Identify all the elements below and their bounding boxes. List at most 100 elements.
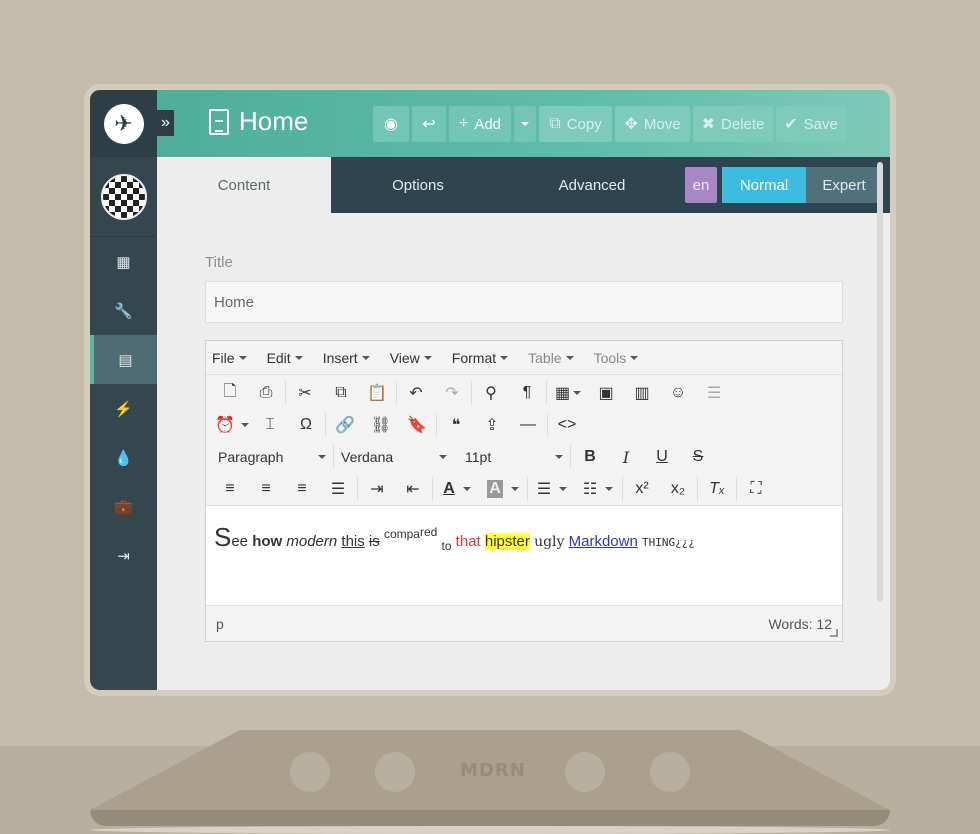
menu-edit[interactable]: Edit (267, 350, 303, 366)
normal-mode-button[interactable]: Normal (722, 167, 806, 203)
table-button[interactable]: ▦ (548, 378, 588, 408)
small-caps-text: THING¿¿¿ (642, 536, 695, 549)
bold-button[interactable]: B (572, 442, 608, 472)
superscript-button[interactable]: x² (624, 474, 660, 504)
background-color-button[interactable]: A (480, 474, 526, 504)
sidebar-item-plugins[interactable]: ⚡ (90, 384, 157, 433)
separator (570, 445, 571, 469)
italic-button[interactable]: I (608, 442, 644, 472)
special-char-button[interactable]: Ω (288, 410, 324, 440)
menu-file[interactable]: File (212, 350, 247, 366)
fullscreen-button[interactable]: ⛶ (738, 474, 774, 504)
numbered-list-button[interactable]: ☷ (575, 474, 621, 504)
element-path[interactable]: p (216, 616, 224, 632)
add-dropdown-button[interactable] (514, 106, 536, 142)
check-icon: ✔ (784, 116, 798, 133)
source-code-button[interactable]: <> (549, 410, 585, 440)
paste-button[interactable]: 📋 (359, 378, 395, 408)
content-link[interactable]: Markdown (569, 533, 638, 550)
bullet-list-button[interactable]: ☰ (529, 474, 575, 504)
emoticons-button[interactable]: ☺ (660, 378, 696, 408)
move-button[interactable]: ✥ Move (615, 106, 690, 142)
redo-icon: ↷ (445, 385, 459, 402)
expert-mode-button[interactable]: Expert (806, 167, 882, 203)
strikethrough-button[interactable]: S (680, 442, 716, 472)
avatar[interactable] (100, 173, 147, 220)
add-button[interactable]: + Add (449, 106, 511, 142)
expert-mode-label: Expert (822, 176, 866, 194)
image-button[interactable]: ▣ (588, 378, 624, 408)
sidebar-item-logout[interactable]: ⇥ (90, 531, 157, 580)
print-icon: ⎙ (259, 384, 273, 401)
undo-button[interactable]: ↩ (412, 106, 446, 142)
menu-insert[interactable]: Insert (323, 350, 370, 366)
find-replace-button[interactable]: ⚲ (473, 378, 509, 408)
align-right-button[interactable]: ≡ (284, 474, 320, 504)
background-color-icon: A (487, 480, 503, 498)
delete-button[interactable]: ✖ Delete (693, 106, 773, 142)
copy-text-button[interactable]: ⧉ (323, 378, 359, 408)
resize-handle[interactable] (830, 629, 838, 637)
scrollbar[interactable] (877, 162, 883, 602)
align-center-button[interactable]: ≡ (248, 474, 284, 504)
preview-button[interactable]: ◉ (373, 106, 409, 142)
title-input[interactable]: Home (205, 281, 843, 323)
text-color-button[interactable]: A (434, 474, 480, 504)
italic-text: modern (286, 533, 338, 550)
tab-options[interactable]: Options (331, 157, 505, 213)
menu-view[interactable]: View (390, 350, 432, 366)
align-left-button[interactable]: ≡ (212, 474, 248, 504)
sidebar-item-pages[interactable]: ▤ (90, 335, 157, 384)
sidebar-item-themes[interactable]: 💧 (90, 433, 157, 482)
block-format-select[interactable]: Paragraph (212, 442, 332, 472)
font-family-select[interactable]: Verdana (335, 442, 453, 472)
tab-options-label: Options (392, 176, 444, 194)
horizontal-rule-button[interactable]: — (510, 410, 546, 440)
menu-table[interactable]: Table (528, 350, 574, 366)
font-size-select[interactable]: 11pt (459, 442, 569, 472)
new-document-button[interactable]: 🗋 (212, 378, 248, 408)
sidebar-item-tools[interactable]: 🔧 (90, 286, 157, 335)
expand-sidebar-button[interactable]: » (157, 110, 174, 136)
avatar-row (90, 157, 157, 237)
undo-edit-button[interactable]: ↶ (398, 378, 434, 408)
sidebar-top: ✈ (90, 90, 157, 157)
cut-button[interactable]: ✂ (287, 378, 323, 408)
sidebar-item-config[interactable]: 💼 (90, 482, 157, 531)
insert-link-button[interactable]: 🔗 (327, 410, 363, 440)
sidebar-item-dashboard[interactable]: ▦ (90, 237, 157, 286)
subscript-button[interactable]: x₂ (660, 474, 696, 504)
indent-button[interactable]: ⇥ (359, 474, 395, 504)
align-justify-button[interactable]: ☰ (320, 474, 356, 504)
caret-down-icon (294, 355, 303, 360)
insert-datetime-button[interactable]: ⏰ (212, 410, 252, 440)
editor-content-area[interactable]: See how modern this is compared to that … (206, 505, 842, 605)
normal-mode-label: Normal (739, 176, 789, 194)
page-break-button[interactable]: ⌶ (252, 410, 288, 440)
copy-button[interactable]: ⧉ Copy (539, 106, 612, 142)
language-button[interactable]: en (685, 167, 717, 203)
new-document-icon: 🗋 (223, 382, 237, 400)
code-icon: <> (557, 416, 577, 433)
tab-content[interactable]: Content (157, 157, 331, 213)
blockquote-button[interactable]: ❝ (438, 410, 474, 440)
upload-button[interactable]: ⇪ (474, 410, 510, 440)
film-icon: ▥ (634, 385, 650, 402)
remove-link-button[interactable]: ⛓ (363, 410, 399, 440)
language-label: en (692, 176, 710, 194)
menu-tools[interactable]: Tools (594, 350, 639, 366)
underline-button[interactable]: U (644, 442, 680, 472)
outdent-button[interactable]: ⇤ (395, 474, 431, 504)
anchor-button[interactable]: 🔖 (399, 410, 435, 440)
tab-advanced[interactable]: Advanced (505, 157, 679, 213)
print-button[interactable]: ⎙ (248, 378, 284, 408)
save-button[interactable]: ✔ Save (776, 106, 846, 142)
menu-format[interactable]: Format (452, 350, 509, 366)
show-blocks-button[interactable]: ¶ (509, 378, 545, 408)
redo-button[interactable]: ↷ (434, 378, 470, 408)
media-button[interactable]: ▥ (624, 378, 660, 408)
app-logo[interactable]: ✈ (103, 103, 144, 144)
sign-out-icon: ⇥ (117, 547, 130, 565)
toc-button[interactable]: ☰ (696, 378, 732, 408)
clear-formatting-button[interactable]: Tₓ (699, 474, 735, 504)
